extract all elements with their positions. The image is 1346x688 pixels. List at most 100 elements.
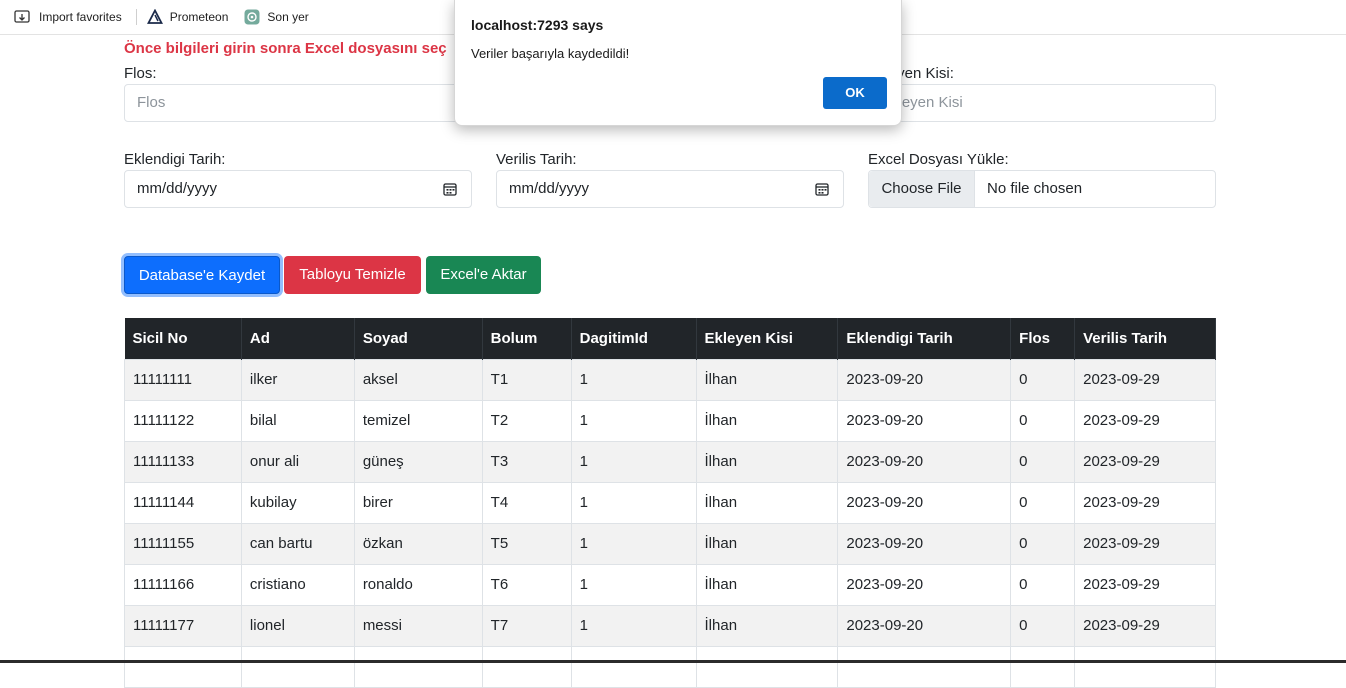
cell-sicil-no: 11111177 — [124, 604, 242, 647]
verilis-tarih-field: Verilis Tarih: mm/dd/yyyy — [496, 150, 844, 208]
cell-verilis-tarih: 2023-09-29 — [1074, 522, 1216, 565]
cell-empty — [353, 645, 483, 688]
header-ekleyen-kisi: Ekleyen Kisi — [696, 318, 839, 359]
cell-dagitimid: 1 — [570, 358, 697, 401]
cell-ad: kubilay — [240, 481, 355, 524]
cell-dagitimid: 1 — [570, 440, 697, 483]
verilis-tarih-input[interactable]: mm/dd/yyyy — [496, 170, 844, 208]
cell-flos: 0 — [1010, 358, 1076, 401]
cell-flos: 0 — [1010, 522, 1076, 565]
favorite-son-yer-label: Son yer — [267, 10, 309, 24]
header-ad: Ad — [241, 318, 355, 359]
alert-dialog: localhost:7293 says Veriler başarıyla ka… — [454, 0, 902, 126]
favorite-import[interactable]: Import favorites — [8, 5, 128, 29]
favorite-prometeon[interactable]: Prometeon — [141, 5, 235, 29]
excel-file-input[interactable]: Choose File No file chosen — [868, 170, 1216, 208]
dialog-title: localhost:7293 says — [471, 17, 604, 33]
cell-soyad: temizel — [353, 399, 483, 442]
cell-dagitimid: 1 — [570, 563, 697, 606]
favorite-prometeon-label: Prometeon — [169, 10, 229, 24]
flos-input[interactable]: Flos — [124, 84, 472, 122]
ekleyen-kisi-input[interactable]: Ekleyen Kisi — [868, 84, 1216, 122]
cell-soyad: messi — [353, 604, 483, 647]
cell-verilis-tarih: 2023-09-29 — [1074, 481, 1216, 524]
file-status-text: No file chosen — [987, 180, 1083, 197]
cell-bolum: T5 — [481, 522, 572, 565]
cell-ekleyen-kisi: İlhan — [695, 563, 839, 606]
cell-bolum: T2 — [481, 399, 572, 442]
header-sicil-no: Sicil No — [124, 318, 242, 359]
cell-empty — [837, 645, 1012, 688]
verilis-tarih-label: Verilis Tarih: — [496, 151, 577, 168]
table-row: 11111111 ilker aksel T1 1 İlhan 2023-09-20 0 202… — [124, 358, 1216, 401]
cell-empty — [1010, 645, 1076, 688]
excel-upload-label: Excel Dosyası Yükle: — [868, 151, 1009, 168]
header-soyad: Soyad — [354, 318, 483, 359]
cell-ad: lionel — [240, 604, 355, 647]
cell-dagitimid: 1 — [570, 604, 697, 647]
instruction-text: Önce bilgileri girin sonra Excel dosyası… — [124, 40, 447, 57]
cell-flos: 0 — [1010, 399, 1076, 442]
table-row: 11111177 lionel messi T7 1 İlhan 2023-09-20 0 20… — [124, 604, 1216, 647]
choose-file-button[interactable]: Choose File — [869, 171, 975, 207]
cell-sicil-no: 11111133 — [124, 440, 242, 483]
header-bolum: Bolum — [482, 318, 572, 359]
table-row: 11111166 cristiano ronaldo T6 1 İlhan 2023-09-… — [124, 563, 1216, 606]
cell-verilis-tarih: 2023-09-29 — [1074, 604, 1216, 647]
dialog-ok-button[interactable]: OK — [823, 77, 887, 109]
cell-eklendigi-tarih: 2023-09-20 — [837, 481, 1012, 524]
prometeon-logo-icon — [146, 9, 163, 24]
cell-empty — [124, 645, 242, 688]
cell-sicil-no: 11111111 — [124, 358, 242, 401]
cell-verilis-tarih: 2023-09-29 — [1074, 440, 1216, 483]
cell-ekleyen-kisi: İlhan — [695, 604, 839, 647]
cell-flos: 0 — [1010, 481, 1076, 524]
cell-soyad: aksel — [353, 358, 483, 401]
favorite-son-yer[interactable]: Son yer — [238, 5, 314, 29]
cell-empty — [1074, 645, 1216, 688]
cell-ekleyen-kisi: İlhan — [695, 481, 839, 524]
header-verilis-tarih: Verilis Tarih — [1074, 318, 1216, 359]
cell-bolum: T4 — [481, 481, 572, 524]
flos-field: Flos: Flos — [124, 64, 472, 122]
cell-ad: bilal — [240, 399, 355, 442]
cell-ad: cristiano — [240, 563, 355, 606]
excel-upload-field: Excel Dosyası Yükle: Choose File No file… — [868, 150, 1216, 208]
ekleyen-kisi-label: Ekleyen Kisi: — [868, 65, 954, 82]
cell-soyad: birer — [353, 481, 483, 524]
cell-ad: can bartu — [240, 522, 355, 565]
cell-eklendigi-tarih: 2023-09-20 — [837, 563, 1012, 606]
cell-sicil-no: 11111144 — [124, 481, 242, 524]
cell-ekleyen-kisi: İlhan — [695, 399, 839, 442]
cell-verilis-tarih: 2023-09-29 — [1074, 358, 1216, 401]
clear-table-button[interactable]: Tabloyu Temizle — [284, 256, 421, 294]
cell-soyad: güneş — [353, 440, 483, 483]
table-header-row: Sicil No Ad Soyad Bolum DagitimId Ekleye… — [124, 318, 1216, 359]
cell-eklendigi-tarih: 2023-09-20 — [837, 358, 1012, 401]
eklendigi-tarih-input[interactable]: mm/dd/yyyy — [124, 170, 472, 208]
eklendigi-tarih-label: Eklendigi Tarih: — [124, 151, 226, 168]
table-row: 11111122 bilal temizel T2 1 İlhan 2023-09-20 0 2… — [124, 399, 1216, 442]
ekleyen-kisi-field: Ekleyen Kisi: Ekleyen Kisi — [868, 64, 1216, 122]
header-eklendigi-tarih: Eklendigi Tarih — [837, 318, 1012, 359]
flos-label: Flos: — [124, 65, 157, 82]
verilis-tarih-value: mm/dd/yyyy — [509, 180, 590, 197]
chatgpt-icon — [244, 9, 260, 25]
cell-bolum: T3 — [481, 440, 572, 483]
calendar-icon[interactable] — [815, 182, 829, 196]
import-favorites-icon — [14, 10, 30, 23]
save-database-button[interactable]: Database'e Kaydet — [124, 256, 280, 294]
cell-ad: onur ali — [240, 440, 355, 483]
cell-eklendigi-tarih: 2023-09-20 — [837, 399, 1012, 442]
cell-verilis-tarih: 2023-09-29 — [1074, 563, 1216, 606]
cell-sicil-no: 11111155 — [124, 522, 242, 565]
cell-flos: 0 — [1010, 604, 1076, 647]
cell-sicil-no: 11111122 — [124, 399, 242, 442]
favorite-import-label: Import favorites — [39, 10, 122, 24]
export-excel-button[interactable]: Excel'e Aktar — [426, 256, 541, 294]
calendar-icon[interactable] — [443, 182, 457, 196]
table-row: 11111133 onur ali güneş T3 1 İlhan 2023-09-20 0… — [124, 440, 1216, 483]
cell-empty — [481, 645, 572, 688]
cell-ad: ilker — [240, 358, 355, 401]
cell-ekleyen-kisi: İlhan — [695, 440, 839, 483]
